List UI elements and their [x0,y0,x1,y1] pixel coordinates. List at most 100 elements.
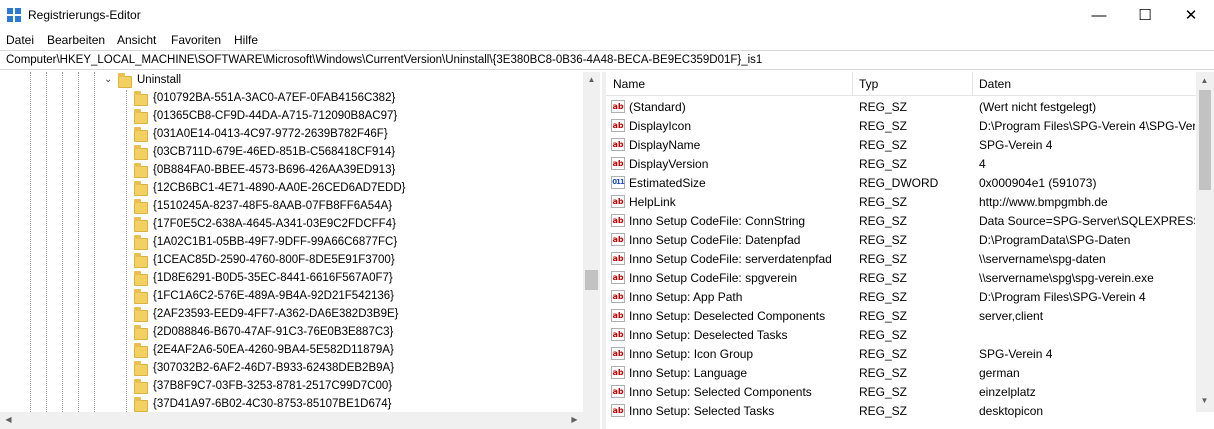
menu-bearbeiten[interactable]: Bearbeiten [47,33,105,47]
value-data: desktopicon [979,404,1044,418]
value-row[interactable]: ab DisplayName REG_SZ SPG-Verein 4 [606,135,1196,154]
value-row[interactable]: ab (Standard) REG_SZ (Wert nicht festgelegt… [606,97,1196,116]
tree-node-key[interactable]: {1FC1A6C2-576E-489A-9B4A-92D21F542136} [0,288,584,306]
address-bar[interactable]: Computer\HKEY_LOCAL_MACHINE\SOFTWARE\Mic… [0,50,1214,70]
value-row[interactable]: ab Inno Setup CodeFile: serverdatenpfad RE… [606,249,1196,268]
tree-node-label: {010792BA-551A-3AC0-A7EF-0FAB4156C382} [153,92,396,104]
value-row[interactable]: ab Inno Setup: Icon Group REG_SZ SPG-Verein… [606,344,1196,363]
string-value-icon: ab [611,347,625,360]
value-name: Inno Setup: Deselected Tasks [629,328,788,342]
value-type: REG_SZ [859,309,908,323]
value-row[interactable]: ab Inno Setup: Language REG_SZ german [606,363,1196,382]
scroll-down-arrow-icon[interactable]: ▼ [1196,396,1213,405]
menu-favoriten[interactable]: Favoriten [171,33,221,47]
column-divider[interactable] [852,72,853,96]
folder-icon [134,181,148,196]
tree-node-key[interactable]: {1510245A-8237-48F5-8AAB-07FB8FF6A54A} [0,198,584,216]
tree-node-uninstall[interactable]: ⌄ Uninstall [0,72,584,90]
minimize-button[interactable]: — [1076,0,1122,30]
column-name-header[interactable]: Name [613,77,645,91]
scroll-up-arrow-icon[interactable]: ▲ [1196,76,1213,85]
value-row[interactable]: ab HelpLink REG_SZ http://www.bmpgmbh.de [606,192,1196,211]
column-divider[interactable] [972,72,973,96]
tree-node-key[interactable]: {1A02C1B1-05BB-49F7-9DFF-99A66C6877FC} [0,234,584,252]
value-row[interactable]: ab DisplayVersion REG_SZ 4 [606,154,1196,173]
tree-node-key[interactable]: {0B884FA0-BBEE-4573-B696-426AA39ED913} [0,162,584,180]
tree-node-key[interactable]: {12CB6BC1-4E71-4890-AA0E-26CED6AD7EDD} [0,180,584,198]
value-type: REG_SZ [859,271,908,285]
chevron-down-icon[interactable]: ⌄ [104,74,112,85]
value-row[interactable]: ab Inno Setup: Deselected Tasks REG_SZ [606,325,1196,344]
tree-node-key[interactable]: {17F0E5C2-638A-4645-A341-03E9C2FDCFF4} [0,216,584,234]
value-row[interactable]: ab Inno Setup CodeFile: spgverein REG_SZ \\… [606,268,1196,287]
value-name: Inno Setup: Selected Components [629,385,812,399]
value-type: REG_SZ [859,100,908,114]
tree-node-key[interactable]: {010792BA-551A-3AC0-A7EF-0FAB4156C382} [0,90,584,108]
menu-ansicht[interactable]: Ansicht [117,33,156,47]
scroll-up-arrow-icon[interactable]: ▲ [583,75,600,84]
tree-node-key[interactable]: {2E4AF2A6-50EA-4260-9BA4-5E582D11879A} [0,342,584,360]
string-value-icon: ab [611,404,625,417]
folder-icon [134,325,148,340]
tree-node-key[interactable]: {2D088846-B670-47AF-91C3-76E0B3E887C3} [0,324,584,342]
value-row[interactable]: ab Inno Setup CodeFile: ConnString REG_SZ D… [606,211,1196,230]
tree-node-label: {1FC1A6C2-576E-489A-9B4A-92D21F542136} [153,290,395,302]
value-row[interactable]: ab Inno Setup: Deselected Components REG_S… [606,306,1196,325]
value-name: Inno Setup CodeFile: Datenpfad [629,233,801,247]
value-name: Inno Setup CodeFile: serverdatenpfad [629,252,832,266]
value-row[interactable]: ab Inno Setup CodeFile: Datenpfad REG_SZ D:… [606,230,1196,249]
tree-node-key[interactable]: {1D8E6291-B0D5-35EC-8441-6616F567A0F7} [0,270,584,288]
value-data: http://www.bmpgmbh.de [979,195,1108,209]
folder-icon [134,253,148,268]
tree-horizontal-scrollbar[interactable]: ◀ ▶ [0,412,600,429]
value-type: REG_SZ [859,157,908,171]
value-name: Inno Setup: Icon Group [629,347,754,361]
tree-node-key[interactable]: {031A0E14-0413-4C97-9772-2639B782F46F} [0,126,584,144]
value-type: REG_SZ [859,252,908,266]
title-bar: Registrierungs-Editor — ☐ ✕ [0,0,1214,30]
value-data: 0x000904e1 (591073) [979,176,1097,190]
scroll-left-arrow-icon[interactable]: ◀ [0,415,17,424]
folder-icon [134,343,148,358]
value-data: 4 [979,157,986,171]
address-path[interactable]: Computer\HKEY_LOCAL_MACHINE\SOFTWARE\Mic… [6,54,762,66]
value-row[interactable]: 011 EstimatedSize REG_DWORD 0x000904e1 (591… [606,173,1196,192]
tree-node-key[interactable]: {03CB711D-679E-46ED-851B-C568418CF914} [0,144,584,162]
tree-scroll-thumb[interactable] [585,270,598,290]
value-row[interactable]: ab Inno Setup: App Path REG_SZ D:\Program F… [606,287,1196,306]
tree-node-key[interactable]: {01365CB8-CF9D-44DA-A715-712090B8AC97} [0,108,584,126]
tree-node-key[interactable]: {2AF23593-EED9-4FF7-A362-DA6E382D3B9E} [0,306,584,324]
close-button[interactable]: ✕ [1168,0,1214,30]
tree-node-label: {0B884FA0-BBEE-4573-B696-426AA39ED913} [153,164,396,176]
string-value-icon: ab [611,309,625,322]
tree-node-key[interactable]: {307032B2-6AF2-46D7-B933-62438DEB2B9A} [0,360,584,378]
tree-vertical-scrollbar[interactable]: ▲ [583,72,600,412]
menu-hilfe[interactable]: Hilfe [234,33,258,47]
column-type-header[interactable]: Typ [859,77,878,91]
value-type: REG_SZ [859,385,908,399]
folder-icon [134,397,148,412]
tree-node-key[interactable]: {1CEAC85D-2590-4760-800F-8DE5E91F3700} [0,252,584,270]
key-tree-pane[interactable]: ⌄ Uninstall {010792BA-551A-3AC0-A7EF-0FA… [0,72,600,429]
value-data: D:\ProgramData\SPG-Daten [979,233,1131,247]
tree-node-label: {2AF23593-EED9-4FF7-A362-DA6E382D3B9E} [153,308,399,320]
menu-datei[interactable]: Datei [6,33,34,47]
string-value-icon: ab [611,214,625,227]
value-row[interactable]: ab Inno Setup: Selected Components REG_SZ e… [606,382,1196,401]
list-vertical-scrollbar[interactable]: ▲ ▼ [1196,72,1214,412]
list-scroll-thumb[interactable] [1199,90,1211,190]
tree-node-label: {37B8F9C7-03FB-3253-8781-2517C99D7C00} [153,380,393,392]
maximize-button[interactable]: ☐ [1122,0,1168,30]
value-name: Inno Setup: App Path [629,290,743,304]
values-list-pane[interactable]: Name Typ Daten ab (Standard) REG_SZ (Wert n… [606,72,1214,429]
tree-node-key[interactable]: {37B8F9C7-03FB-3253-8781-2517C99D7C00} [0,378,584,396]
value-type: REG_SZ [859,347,908,361]
string-value-icon: ab [611,157,625,170]
value-row[interactable]: ab Inno Setup: Selected Tasks REG_SZ deskto… [606,401,1196,420]
column-data-header[interactable]: Daten [979,77,1011,91]
value-type: REG_SZ [859,233,908,247]
value-row[interactable]: ab DisplayIcon REG_SZ D:\Program Files\SPG-… [606,116,1196,135]
menu-bar: Datei Bearbeiten Ansicht Favoriten Hilfe [0,30,1214,50]
scroll-right-arrow-icon[interactable]: ▶ [566,415,583,424]
value-data: german [979,366,1020,380]
